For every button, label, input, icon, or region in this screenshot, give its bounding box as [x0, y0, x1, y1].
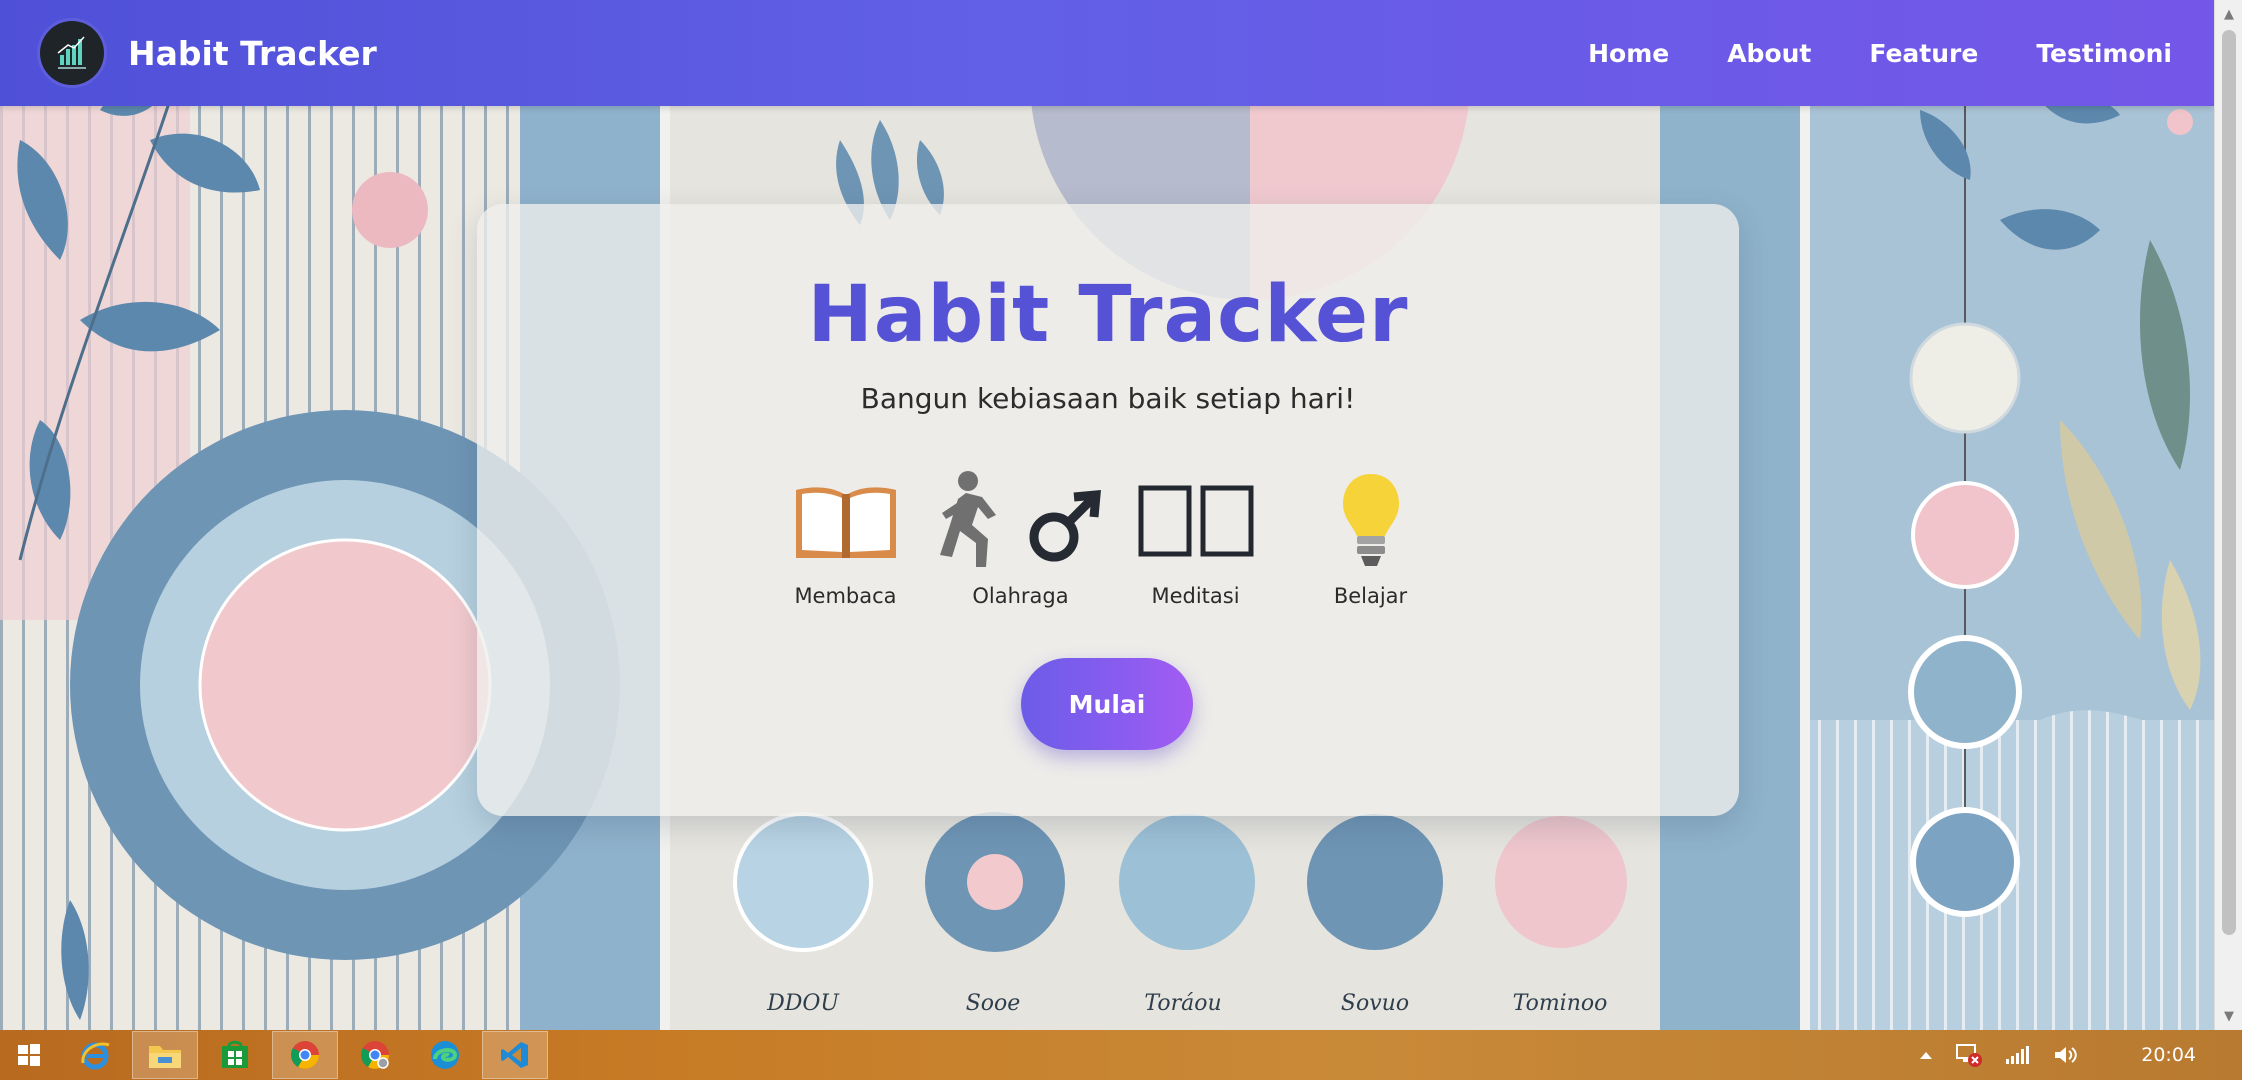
circle-label: Tominoo — [1513, 991, 1608, 1016]
start-button[interactable]: Mulai — [1021, 658, 1193, 750]
circle-label: Sovuo — [1341, 991, 1409, 1016]
scroll-down-arrow-icon[interactable]: ▼ — [2215, 1004, 2242, 1028]
hero-title: Habit Tracker — [807, 270, 1409, 360]
nav-link-about[interactable]: About — [1727, 39, 1811, 68]
system-tray: 20:04 — [1919, 1030, 2242, 1080]
hero-card: Habit Tracker Bangun kebiasaan baik seti… — [477, 204, 1739, 816]
habit-label: Meditasi — [1151, 584, 1240, 608]
nav-link-testimoni[interactable]: Testimoni — [2036, 39, 2172, 68]
lightbulb-icon — [1339, 462, 1403, 580]
logo-icon — [40, 21, 104, 85]
chrome-icon[interactable] — [272, 1031, 338, 1079]
volume-icon[interactable] — [2053, 1044, 2079, 1066]
network-error-icon[interactable] — [1955, 1042, 1983, 1068]
navbar: Habit Tracker Home About Feature Testimo… — [0, 0, 2214, 106]
hero-subtitle: Bangun kebiasaan baik setiap hari! — [860, 382, 1356, 415]
habit-item-olahraga: Olahraga — [939, 462, 1101, 608]
nav-link-home[interactable]: Home — [1588, 39, 1669, 68]
scrollbar-thumb[interactable] — [2222, 30, 2236, 935]
brand-name: Habit Tracker — [128, 33, 377, 73]
habit-list: Membaca Olahraga Meditasi Belajar — [477, 462, 1739, 608]
habit-label: Belajar — [1333, 584, 1408, 608]
circle-label: DDOU — [766, 991, 840, 1016]
runner-icon — [936, 462, 1106, 580]
habit-item-meditasi: Meditasi — [1128, 462, 1263, 608]
habit-item-belajar: Belajar — [1303, 462, 1438, 608]
nav-links: Home About Feature Testimoni — [1588, 39, 2172, 68]
signal-bars-icon[interactable] — [2005, 1045, 2031, 1065]
scroll-up-arrow-icon[interactable]: ▲ — [2215, 2, 2242, 26]
nav-link-feature[interactable]: Feature — [1869, 39, 1978, 68]
vscode-icon[interactable] — [482, 1031, 548, 1079]
habit-label: Olahraga — [972, 584, 1069, 608]
store-icon[interactable] — [202, 1031, 268, 1079]
internet-explorer-icon[interactable] — [62, 1031, 128, 1079]
meditation-icon — [1138, 462, 1254, 580]
edge-icon[interactable] — [412, 1031, 478, 1079]
circle-label: Toráou — [1144, 991, 1221, 1016]
circle-label: Sooe — [966, 991, 1021, 1016]
vertical-scrollbar[interactable]: ▲ ▼ — [2214, 0, 2242, 1030]
chrome-alt-icon[interactable] — [342, 1031, 408, 1079]
brand[interactable]: Habit Tracker — [40, 21, 377, 85]
file-explorer-icon[interactable] — [132, 1031, 198, 1079]
book-icon — [794, 462, 898, 580]
habit-item-membaca: Membaca — [778, 462, 913, 608]
chevron-up-icon[interactable] — [1919, 1050, 1933, 1060]
taskbar-clock[interactable]: 20:04 — [2141, 1044, 2196, 1066]
taskbar: 20:04 — [0, 1030, 2242, 1080]
habit-label: Membaca — [794, 584, 897, 608]
windows-start-icon[interactable] — [0, 1031, 58, 1079]
